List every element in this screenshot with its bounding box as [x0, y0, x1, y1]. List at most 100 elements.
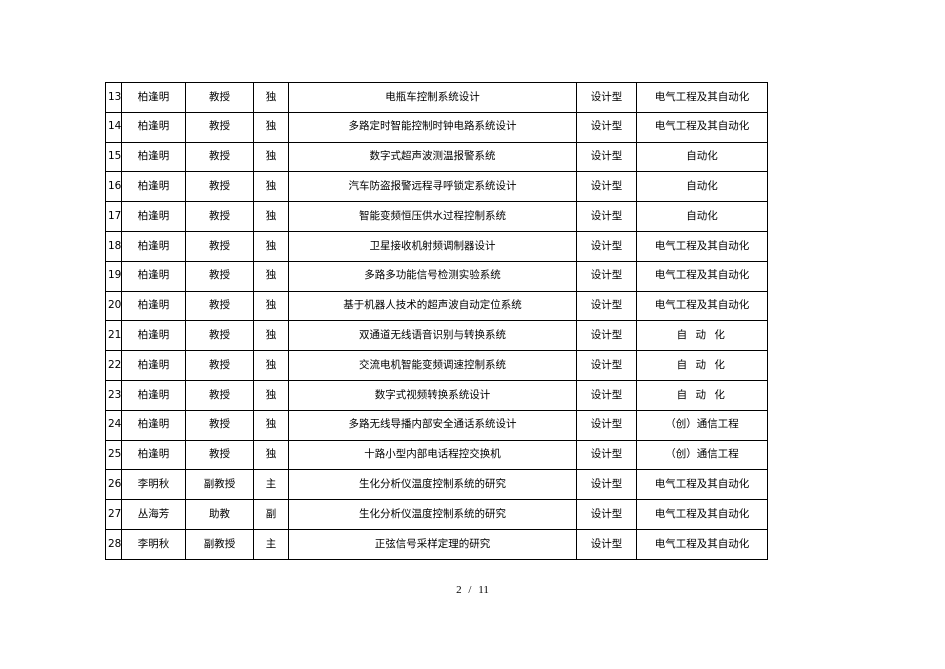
cell-academic-title: 教授 — [185, 409, 254, 441]
cell-serial-number: 22 — [105, 350, 122, 381]
cell-project-type: 设计型 — [576, 379, 637, 411]
cell-major-field: 自 动 化 — [636, 350, 768, 381]
cell-teacher-name: 柏逢明 — [121, 409, 186, 441]
page-footer: 2 / 11 — [0, 584, 945, 596]
cell-teacher-name: 丛海芳 — [121, 499, 186, 530]
cell-serial-number: 24 — [105, 409, 122, 441]
table-row: 26 李明秋 副教授主生化分析仪温度控制系统的研究 设计型 电气工程及其自动化 — [105, 469, 768, 501]
document-page: 13 柏逢明 教授独电瓶车控制系统设计 设计型 电气工程及其自动化 14 柏逢明 教授独多路定… — [0, 0, 945, 669]
cell-academic-title: 教授 — [185, 439, 254, 471]
project-list-table: 13 柏逢明 教授独电瓶车控制系统设计 设计型 电气工程及其自动化 14 柏逢明 教授独多路定… — [105, 82, 768, 560]
table-row: 28 李明秋 副教授主正弦信号采样定理的研究 设计型 电气工程及其自动化 — [105, 528, 768, 560]
cell-academic-title: 副教授 — [185, 469, 254, 501]
cell-academic-title: 教授 — [185, 111, 254, 143]
cell-teacher-name: 柏逢明 — [121, 320, 186, 352]
cell-academic-title: 副教授 — [185, 528, 254, 560]
cell-major-field: 自动化 — [636, 201, 768, 232]
cell-academic-title: 教授 — [185, 201, 254, 232]
cell-project-title: 卫星接收机射频调制器设计 — [288, 230, 577, 262]
table-row: 27 丛海芳 助教副生化分析仪温度控制系统的研究 设计型 电气工程及其自动化 — [105, 499, 768, 530]
cell-participation-role: 独 — [253, 409, 289, 441]
table-body: 13 柏逢明 教授独电瓶车控制系统设计 设计型 电气工程及其自动化 14 柏逢明 教授独多路定… — [105, 82, 768, 560]
cell-project-title: 正弦信号采样定理的研究 — [288, 528, 577, 560]
cell-project-type: 设计型 — [576, 350, 637, 381]
cell-project-title: 数字式超声波测温报警系统 — [288, 141, 577, 173]
cell-teacher-name: 柏逢明 — [121, 350, 186, 381]
cell-participation-role: 独 — [253, 82, 289, 113]
cell-participation-role: 独 — [253, 141, 289, 173]
table-row: 13 柏逢明 教授独电瓶车控制系统设计 设计型 电气工程及其自动化 — [105, 82, 768, 113]
cell-serial-number: 13 — [105, 82, 122, 113]
cell-major-field: 电气工程及其自动化 — [636, 260, 768, 292]
cell-participation-role: 主 — [253, 528, 289, 560]
cell-major-field: 自动化 — [636, 171, 768, 203]
table-row: 19 柏逢明 教授独多路多功能信号检测实验系统 设计型 电气工程及其自动化 — [105, 260, 768, 292]
cell-participation-role: 独 — [253, 439, 289, 471]
cell-project-type: 设计型 — [576, 230, 637, 262]
cell-project-title: 双通道无线语音识别与转换系统 — [288, 320, 577, 352]
cell-teacher-name: 柏逢明 — [121, 141, 186, 173]
cell-academic-title: 教授 — [185, 260, 254, 292]
table-row: 23 柏逢明 教授独数字式视频转换系统设计 设计型自 动 化 — [105, 379, 768, 411]
cell-project-title: 多路无线导播内部安全通话系统设计 — [288, 409, 577, 441]
cell-participation-role: 独 — [253, 290, 289, 322]
cell-serial-number: 23 — [105, 379, 122, 411]
table-row: 14 柏逢明 教授独多路定时智能控制时钟电路系统设计 设计型 电气工程及其自动化 — [105, 111, 768, 143]
cell-teacher-name: 柏逢明 — [121, 111, 186, 143]
cell-academic-title: 教授 — [185, 320, 254, 352]
cell-major-field: 电气工程及其自动化 — [636, 499, 768, 530]
cell-teacher-name: 柏逢明 — [121, 439, 186, 471]
footer-separator: / — [468, 584, 472, 596]
table-row: 16 柏逢明 教授独汽车防盗报警远程寻呼锁定系统设计 设计型 自动化 — [105, 171, 768, 203]
cell-project-title: 多路定时智能控制时钟电路系统设计 — [288, 111, 577, 143]
cell-project-type: 设计型 — [576, 111, 637, 143]
cell-project-title: 数字式视频转换系统设计 — [288, 379, 577, 411]
cell-project-type: 设计型 — [576, 469, 637, 501]
cell-major-field: 自 动 化 — [636, 320, 768, 352]
cell-project-title: 电瓶车控制系统设计 — [288, 82, 577, 113]
cell-academic-title: 教授 — [185, 290, 254, 322]
cell-participation-role: 独 — [253, 230, 289, 262]
cell-serial-number: 15 — [105, 141, 122, 173]
cell-serial-number: 19 — [105, 260, 122, 292]
cell-project-title: 多路多功能信号检测实验系统 — [288, 260, 577, 292]
cell-academic-title: 教授 — [185, 82, 254, 113]
cell-major-field: （创）通信工程 — [636, 409, 768, 441]
cell-teacher-name: 李明秋 — [121, 469, 186, 501]
cell-major-field: 电气工程及其自动化 — [636, 111, 768, 143]
cell-teacher-name: 李明秋 — [121, 528, 186, 560]
table-row: 24 柏逢明 教授独多路无线导播内部安全通话系统设计 设计型 （创）通信工程 — [105, 409, 768, 441]
cell-project-type: 设计型 — [576, 528, 637, 560]
cell-participation-role: 独 — [253, 320, 289, 352]
cell-serial-number: 14 — [105, 111, 122, 143]
cell-serial-number: 28 — [105, 528, 122, 560]
cell-project-type: 设计型 — [576, 171, 637, 203]
cell-project-type: 设计型 — [576, 499, 637, 530]
cell-project-type: 设计型 — [576, 201, 637, 232]
cell-serial-number: 26 — [105, 469, 122, 501]
table-row: 15 柏逢明 教授独数字式超声波测温报警系统 设计型 自动化 — [105, 141, 768, 173]
cell-project-type: 设计型 — [576, 439, 637, 471]
cell-major-field: 电气工程及其自动化 — [636, 290, 768, 322]
cell-serial-number: 20 — [105, 290, 122, 322]
table-row: 20 柏逢明 教授独基于机器人技术的超声波自动定位系统 设计型 电气工程及其自动化 — [105, 290, 768, 322]
cell-academic-title: 教授 — [185, 230, 254, 262]
cell-participation-role: 独 — [253, 171, 289, 203]
cell-academic-title: 教授 — [185, 350, 254, 381]
cell-participation-role: 独 — [253, 111, 289, 143]
cell-teacher-name: 柏逢明 — [121, 82, 186, 113]
cell-project-type: 设计型 — [576, 260, 637, 292]
cell-participation-role: 独 — [253, 379, 289, 411]
cell-teacher-name: 柏逢明 — [121, 260, 186, 292]
cell-project-type: 设计型 — [576, 320, 637, 352]
cell-project-title: 交流电机智能变频调速控制系统 — [288, 350, 577, 381]
cell-project-type: 设计型 — [576, 290, 637, 322]
cell-serial-number: 17 — [105, 201, 122, 232]
cell-project-type: 设计型 — [576, 141, 637, 173]
cell-project-title: 生化分析仪温度控制系统的研究 — [288, 499, 577, 530]
cell-academic-title: 教授 — [185, 171, 254, 203]
cell-major-field: 电气工程及其自动化 — [636, 469, 768, 501]
cell-serial-number: 18 — [105, 230, 122, 262]
table-row: 22 柏逢明 教授独交流电机智能变频调速控制系统 设计型自 动 化 — [105, 350, 768, 381]
cell-academic-title: 教授 — [185, 379, 254, 411]
